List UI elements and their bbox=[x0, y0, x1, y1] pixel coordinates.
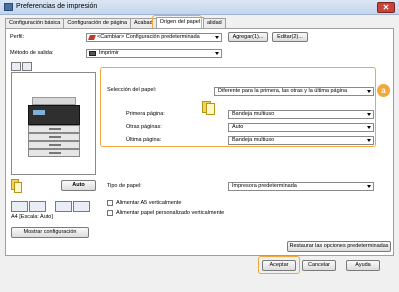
preview-page-icon[interactable] bbox=[11, 62, 21, 71]
preferences-window: Preferencias de impresión ✕ Configuració… bbox=[0, 0, 399, 292]
layout-icon-row bbox=[11, 201, 90, 212]
printer-illustration bbox=[28, 97, 80, 159]
duplex-icon[interactable] bbox=[55, 201, 72, 212]
feed-a5-vertical-label: Alimentar A5 verticalmente bbox=[116, 200, 182, 206]
printer-icon bbox=[4, 3, 13, 11]
profile-select[interactable]: <Cambiar> Configuración predeterminada bbox=[86, 33, 222, 42]
dialog-body: Configuración básica Configuración de pá… bbox=[0, 15, 399, 292]
edit-profile-button[interactable]: Editar(2)... bbox=[272, 32, 308, 42]
cancel-button[interactable]: Cancelar bbox=[302, 260, 336, 271]
chevron-down-icon bbox=[215, 52, 219, 55]
chevron-down-icon bbox=[215, 36, 219, 39]
paper-type-value: Impresora predeterminada bbox=[232, 183, 297, 189]
feed-custom-vertical-checkbox[interactable] bbox=[107, 210, 113, 216]
preview-printer-icon[interactable] bbox=[22, 62, 32, 71]
profile-select-value: <Cambiar> Configuración predeterminada bbox=[97, 34, 200, 40]
paper-selection-highlight bbox=[100, 67, 376, 147]
printer-small-icon bbox=[89, 51, 96, 56]
pencil-icon bbox=[88, 35, 96, 40]
restore-defaults-button[interactable]: Restaurar las opciones predeterminadas bbox=[287, 241, 391, 252]
show-configuration-button[interactable]: Mostrar configuración bbox=[11, 227, 89, 238]
tab-page-setup[interactable]: Configuración de página bbox=[63, 18, 132, 28]
title-bar: Preferencias de impresión ✕ bbox=[0, 0, 399, 15]
window-title: Preferencias de impresión bbox=[16, 3, 98, 10]
paper-type-label: Tipo de papel: bbox=[107, 183, 142, 189]
close-button[interactable]: ✕ bbox=[377, 2, 395, 13]
add-profile-button[interactable]: Agregar(1)... bbox=[228, 32, 268, 42]
tab-quality[interactable]: alidad bbox=[203, 18, 226, 28]
feed-a5-vertical-checkbox[interactable] bbox=[107, 200, 113, 206]
output-method-label: Método de salida: bbox=[10, 50, 54, 56]
chevron-down-icon bbox=[367, 185, 371, 188]
output-method-value: Imprimir bbox=[99, 50, 119, 56]
watermark-icon[interactable] bbox=[29, 201, 46, 212]
callout-badge: a bbox=[377, 84, 390, 97]
staple-icon[interactable] bbox=[73, 201, 90, 212]
tab-basic[interactable]: Configuración básica bbox=[5, 18, 65, 28]
paper-stack-icon bbox=[11, 179, 23, 193]
paper-type-select[interactable]: Impresora predeterminada bbox=[228, 182, 374, 191]
auto-button[interactable]: Auto bbox=[61, 180, 96, 191]
page-layout-icon[interactable] bbox=[11, 201, 28, 212]
output-method-select[interactable]: Imprimir bbox=[86, 49, 222, 58]
printer-preview bbox=[11, 72, 96, 175]
scale-text: A4 [Escala: Auto] bbox=[11, 214, 53, 220]
profile-label: Perfil: bbox=[10, 34, 25, 40]
help-button[interactable]: Ayuda bbox=[346, 260, 380, 271]
feed-custom-vertical-label: Alimentar papel personalizado verticalme… bbox=[116, 210, 225, 216]
ok-button[interactable]: Aceptar bbox=[262, 260, 296, 271]
